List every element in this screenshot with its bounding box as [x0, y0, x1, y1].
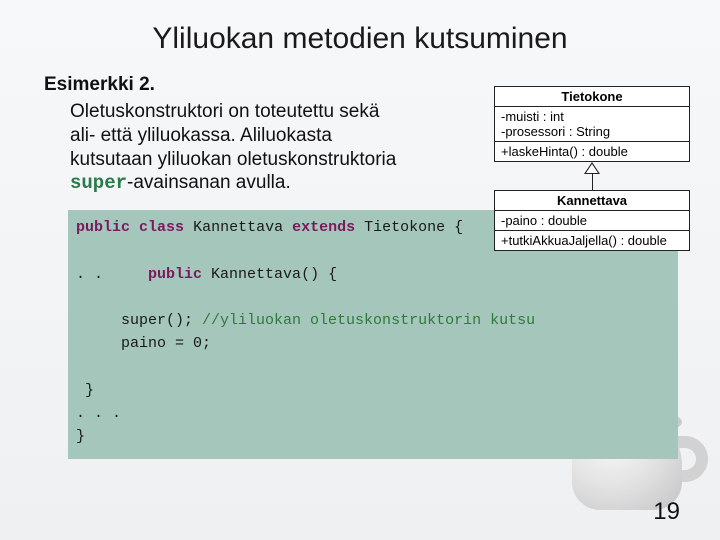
- para-line2: ali- että yliluokassa. Aliluokasta: [70, 125, 332, 146]
- cls-child: Kannettava: [193, 219, 283, 236]
- keyword-super: super: [70, 172, 127, 194]
- para-line4-rest: -avainsanan avulla.: [127, 172, 291, 193]
- kw-public-2: public: [148, 266, 202, 283]
- close-brace: }: [85, 382, 94, 399]
- assign: paino = 0;: [121, 335, 211, 352]
- para-line3: kutsutaan yliluokan oletuskonstruktoria: [70, 149, 396, 170]
- method-sig: Kannettava() {: [202, 266, 337, 283]
- uml-class2-name: Kannettava: [495, 191, 689, 211]
- ellipsis: . . .: [76, 405, 121, 422]
- kw-public: public: [76, 219, 130, 236]
- comment: //yliluokan oletuskonstruktorin kutsu: [193, 312, 535, 329]
- paragraph: Oletuskonstruktori on toteutettu sekä al…: [44, 100, 424, 196]
- slide-title: Yliluokan metodien kutsuminen: [0, 0, 720, 74]
- dots: . .: [76, 266, 103, 283]
- uml-class1-ops: +laskeHinta() : double: [495, 142, 689, 161]
- uml-class-tietokone: Tietokone -muisti : int -prosessori : St…: [494, 86, 690, 162]
- kw-class: class: [139, 219, 184, 236]
- kw-extends: extends: [292, 219, 355, 236]
- uml-inheritance-arrow: [494, 162, 690, 190]
- para-line1: Oletuskonstruktori on toteutettu sekä: [70, 101, 379, 122]
- slide-number: 19: [653, 498, 680, 526]
- cls-parent: Tietokone: [364, 219, 445, 236]
- close-brace-2: }: [76, 428, 85, 445]
- super-call: super();: [121, 312, 193, 329]
- uml-diagram: Tietokone -muisti : int -prosessori : St…: [494, 86, 690, 251]
- uml-class1-name: Tietokone: [495, 87, 689, 107]
- uml-class-kannettava: Kannettava -paino : double +tutkiAkkuaJa…: [494, 190, 690, 251]
- uml-class2-attrs: -paino : double: [495, 211, 689, 231]
- uml-class2-ops: +tutkiAkkuaJaljella() : double: [495, 231, 689, 250]
- uml-class1-attrs: -muisti : int -prosessori : String: [495, 107, 689, 142]
